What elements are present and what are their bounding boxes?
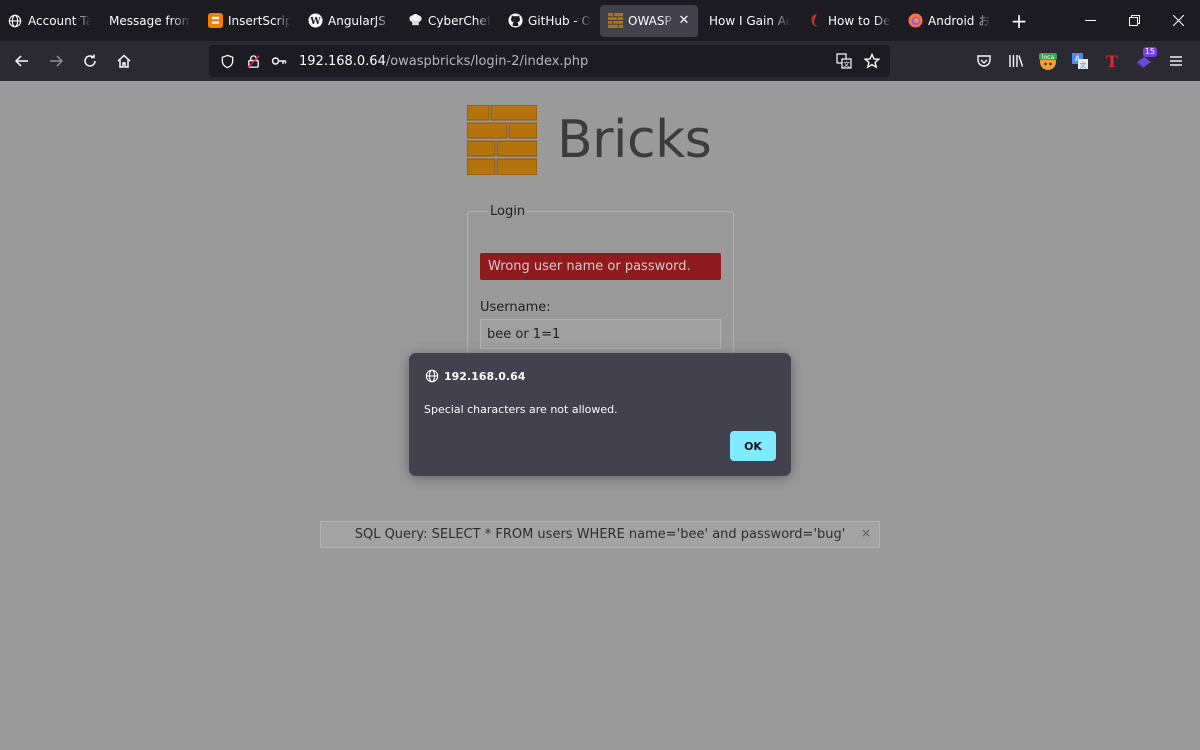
notification-badge: 15 <box>1142 47 1157 57</box>
tab-label: OWASP Bricks <box>628 13 675 28</box>
tab-how-i-gain-access[interactable]: How I Gain Access <box>700 5 798 37</box>
back-arrow-icon[interactable] <box>6 45 38 77</box>
key-icon[interactable] <box>267 49 291 73</box>
tab-label: How to Detect <box>828 13 891 28</box>
tab-account-takeover[interactable]: Account Takeover <box>0 5 98 37</box>
tab-github[interactable]: GitHub - OWASP <box>500 5 598 37</box>
red-t-extension-icon[interactable]: T <box>1096 45 1128 77</box>
username-input[interactable]: bee or 1=1 <box>480 319 721 349</box>
tab-label: Message from S <box>109 13 191 28</box>
tab-label: Android おJ <box>928 14 991 28</box>
tab-owasp-bricks[interactable]: OWASP Bricks ✕ <box>600 4 698 37</box>
login-form: Login Wrong user name or password. Usern… <box>467 204 734 354</box>
address-bar[interactable]: 192.168.0.64/owaspbricks/login-2/index.p… <box>209 45 890 77</box>
tab-cyberchef[interactable]: CyberChef <box>400 5 498 37</box>
pocket-icon[interactable] <box>968 45 1000 77</box>
tab-strip: Account Takeover Message from S InsertSc… <box>0 0 1200 41</box>
translate-icon[interactable]: 文 <box>832 49 856 73</box>
error-message: Wrong user name or password. <box>480 253 721 280</box>
wordpress-icon: W <box>307 13 323 29</box>
login-legend: Login <box>490 204 526 219</box>
url-text: 192.168.0.64/owaspbricks/login-2/index.p… <box>299 54 588 69</box>
brick-wall-icon <box>467 105 537 175</box>
tab-close-icon[interactable]: ✕ <box>677 13 691 28</box>
svg-text:文: 文 <box>843 60 850 69</box>
bricks-logo: Bricks <box>467 105 712 175</box>
globe-icon <box>425 369 439 383</box>
bricks-icon <box>607 13 623 29</box>
purple-extension-icon[interactable]: 15 <box>1128 45 1160 77</box>
svg-text:W: W <box>309 16 321 27</box>
tab-label: InsertScript <box>228 13 291 28</box>
window-controls <box>1068 0 1200 41</box>
tab-label: AngularJS CSP <box>328 13 391 28</box>
github-icon <box>507 13 523 29</box>
url-host: 192.168.0.64 <box>299 53 386 69</box>
shield-icon[interactable] <box>215 49 239 73</box>
home-icon[interactable] <box>108 45 140 77</box>
svg-text:loca: loca <box>1042 54 1055 61</box>
chef-hat-icon <box>407 13 423 29</box>
globe-icon <box>7 13 23 29</box>
tab-label: Account Takeover <box>28 13 91 28</box>
firefox-icon <box>907 13 923 29</box>
restore-icon[interactable] <box>1112 0 1156 41</box>
sql-query-bar: SQL Query: SELECT * FROM users WHERE nam… <box>320 521 880 548</box>
tab-android[interactable]: Android おJ <box>900 5 998 37</box>
dialog-message: Special characters are not allowed. <box>424 403 618 416</box>
navigation-toolbar: 192.168.0.64/owaspbricks/login-2/index.p… <box>0 41 1200 81</box>
red-logo-icon <box>807 13 823 29</box>
tab-insertscript[interactable]: InsertScript <box>200 5 298 37</box>
username-label: Username: <box>480 300 551 315</box>
close-window-icon[interactable] <box>1156 0 1200 41</box>
minimize-icon[interactable] <box>1068 0 1112 41</box>
translate-extension-icon[interactable]: A文 <box>1064 45 1096 77</box>
close-icon[interactable]: × <box>861 526 871 540</box>
forward-arrow-icon[interactable] <box>40 45 72 77</box>
insecure-lock-icon[interactable] <box>241 49 265 73</box>
tab-angularjs[interactable]: W AngularJS CSP <box>300 5 398 37</box>
new-tab-button[interactable]: + <box>1004 9 1034 33</box>
tab-message[interactable]: Message from S <box>100 5 198 37</box>
tab-how-to-detect[interactable]: How to Detect <box>800 5 898 37</box>
tab-label: How I Gain Access <box>709 13 791 28</box>
svg-text:T: T <box>1106 53 1118 69</box>
alert-dialog: 192.168.0.64 Special characters are not … <box>409 353 791 476</box>
dialog-header: 192.168.0.64 <box>425 369 525 383</box>
tab-label: GitHub - OWASP <box>528 13 591 28</box>
url-path: /owaspbricks/login-2/index.php <box>385 53 589 69</box>
tab-label: CyberChef <box>428 13 491 28</box>
hamburger-menu-icon[interactable] <box>1160 45 1192 77</box>
blogger-icon <box>207 13 223 29</box>
bookmark-star-icon[interactable] <box>860 49 884 73</box>
reload-icon[interactable] <box>74 45 106 77</box>
svg-text:文: 文 <box>1080 61 1087 70</box>
logo-text: Bricks <box>557 110 712 170</box>
extension-local-icon[interactable]: loca <box>1032 45 1064 77</box>
sql-query-text: SQL Query: SELECT * FROM users WHERE nam… <box>354 527 846 542</box>
dialog-origin: 192.168.0.64 <box>444 369 526 383</box>
library-icon[interactable] <box>1000 45 1032 77</box>
ok-button[interactable]: OK <box>730 431 776 461</box>
